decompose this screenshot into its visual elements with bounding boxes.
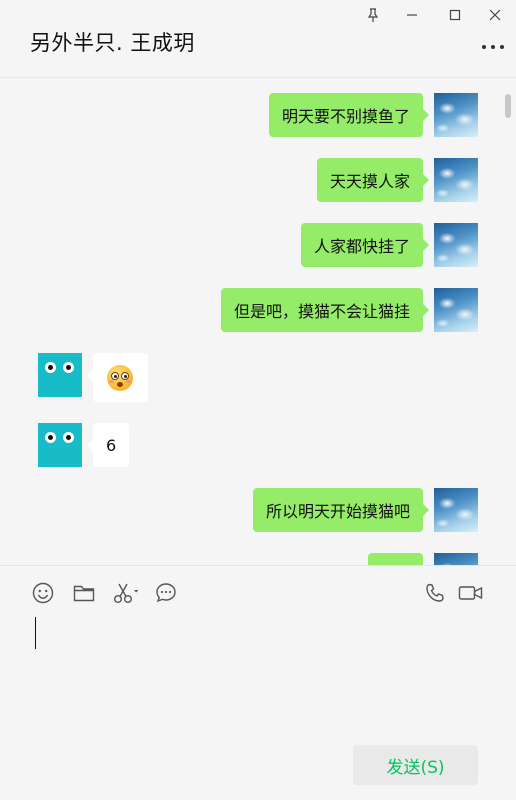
contact-avatar[interactable] xyxy=(38,423,82,467)
minimize-button[interactable] xyxy=(400,4,424,26)
more-dot xyxy=(482,45,486,49)
message-list[interactable]: 明天要不别摸鱼了 天天摸人家 人家都快挂了 但是吧，摸猫不会让猫挂 6 所以明天… xyxy=(0,78,516,565)
speech-bubble-icon xyxy=(156,583,176,603)
message-row: 明天要不别摸鱼了 xyxy=(0,93,516,137)
message-row: 天天摸人家 xyxy=(0,158,516,202)
message-bubble-sent[interactable]: 人家都快挂了 xyxy=(300,223,430,267)
phone-icon xyxy=(426,583,444,602)
compose-toolbar xyxy=(0,565,516,613)
message-row xyxy=(0,353,516,402)
more-dot xyxy=(500,45,504,49)
message-row: 但是吧，摸猫不会让猫挂 xyxy=(0,288,516,332)
message-row: 所以明天开始摸猫吧 xyxy=(0,488,516,532)
my-avatar[interactable] xyxy=(434,553,478,565)
my-avatar[interactable] xyxy=(434,488,478,532)
my-avatar[interactable] xyxy=(434,288,478,332)
message-bubble-sent[interactable]: 明天要不别摸鱼了 xyxy=(268,93,430,137)
chat-header: 另外半只. 王成玥 xyxy=(0,0,516,78)
flushed-emoji-icon xyxy=(107,364,133,391)
pin-icon xyxy=(367,8,379,22)
message-bubble-received[interactable]: 6 xyxy=(86,423,130,467)
video-call-button[interactable] xyxy=(458,581,484,605)
video-camera-icon xyxy=(458,586,483,600)
send-button[interactable]: 发送(S) xyxy=(353,745,478,785)
message-row: 6 xyxy=(0,423,516,467)
message-row: 人家都快挂了 xyxy=(0,223,516,267)
chat-title: 另外半只. 王成玥 xyxy=(30,31,195,55)
contact-avatar[interactable] xyxy=(38,353,82,397)
message-input[interactable]: 发送(S) xyxy=(0,613,516,800)
minimize-icon xyxy=(407,14,417,16)
emoji-button[interactable] xyxy=(31,581,55,605)
pin-button[interactable] xyxy=(361,4,385,26)
my-avatar[interactable] xyxy=(434,93,478,137)
chat-history-button[interactable] xyxy=(154,581,178,605)
screenshot-button[interactable] xyxy=(113,581,141,605)
maximize-icon xyxy=(449,9,461,21)
voice-call-button[interactable] xyxy=(423,581,447,605)
scissors-icon xyxy=(114,583,139,603)
close-button[interactable] xyxy=(483,4,507,26)
message-row xyxy=(0,553,516,565)
my-avatar[interactable] xyxy=(434,158,478,202)
text-caret xyxy=(35,617,36,649)
message-bubble-sent[interactable]: 天天摸人家 xyxy=(316,158,430,202)
message-bubble-sent[interactable]: 所以明天开始摸猫吧 xyxy=(252,488,430,532)
close-icon xyxy=(489,9,501,21)
maximize-button[interactable] xyxy=(443,4,467,26)
message-bubble-sent[interactable]: 但是吧，摸猫不会让猫挂 xyxy=(220,288,430,332)
my-avatar[interactable] xyxy=(434,223,478,267)
folder-icon xyxy=(73,585,95,602)
file-button[interactable] xyxy=(72,581,96,605)
more-options-button[interactable] xyxy=(482,40,504,54)
smiley-icon xyxy=(32,582,54,604)
message-bubble-received[interactable] xyxy=(87,353,148,402)
more-dot xyxy=(491,45,495,49)
message-bubble-sent[interactable] xyxy=(368,553,423,565)
